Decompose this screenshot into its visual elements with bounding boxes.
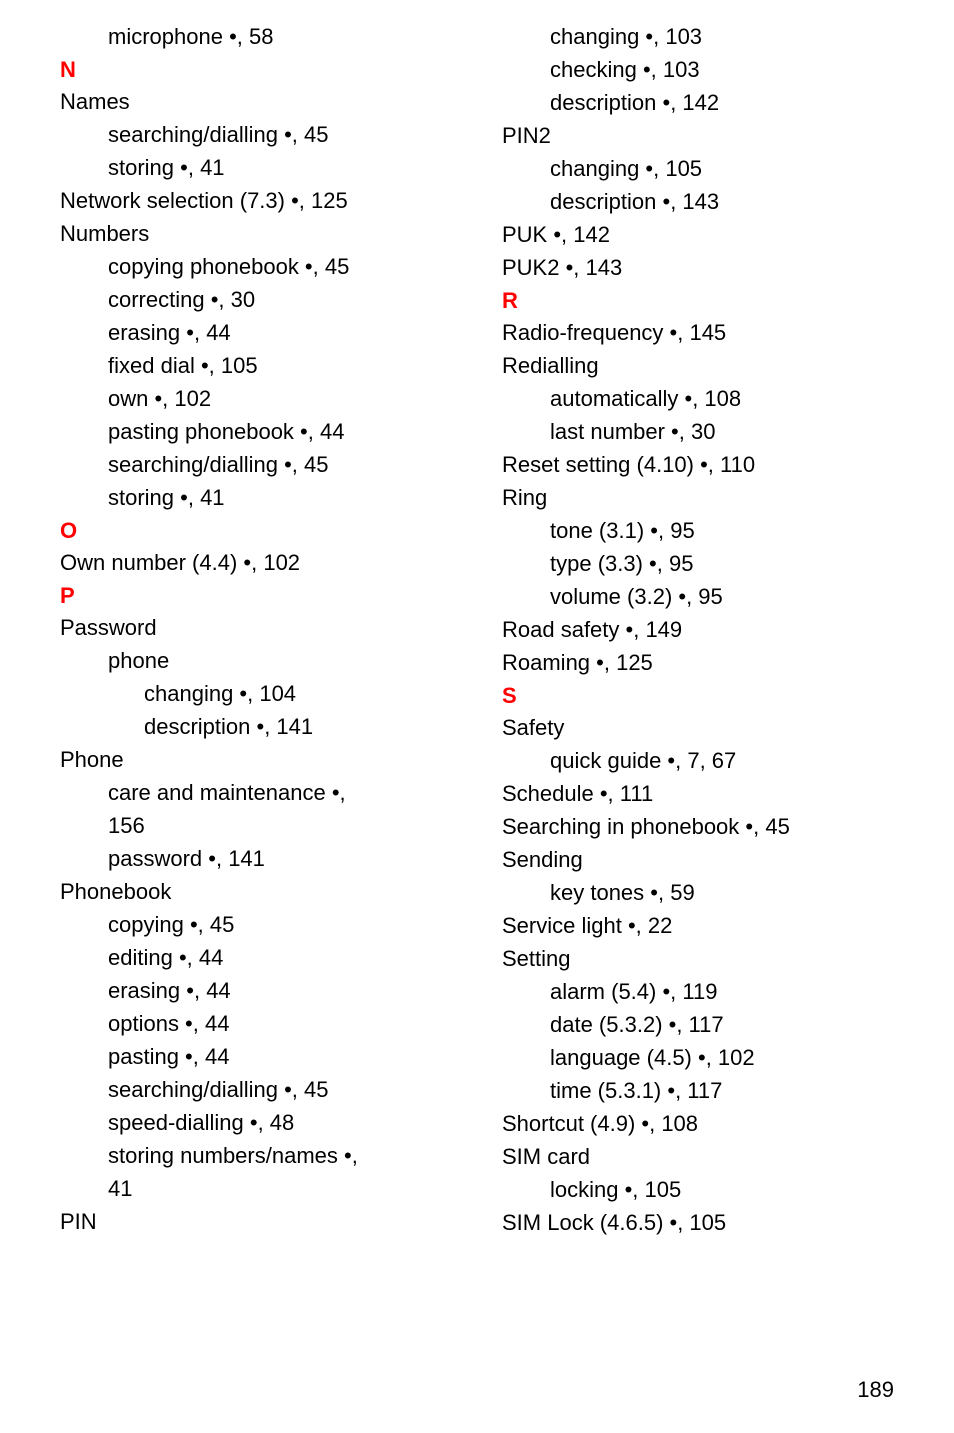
- index-entry: Names: [60, 85, 472, 118]
- index-entry: pasting •, 44: [108, 1040, 472, 1073]
- index-entry: Ring: [502, 481, 914, 514]
- index-entry: Setting: [502, 942, 914, 975]
- index-entry: pasting phonebook •, 44: [108, 415, 472, 448]
- index-entry: Network selection (7.3) •, 125: [60, 184, 472, 217]
- index-entry: changing •, 104: [144, 677, 472, 710]
- index-entry: PUK2 •, 143: [502, 251, 914, 284]
- index-letter-R: R: [502, 288, 914, 314]
- page-number: 189: [857, 1377, 894, 1403]
- index-entry: copying phonebook •, 45: [108, 250, 472, 283]
- index-entry: Reset setting (4.10) •, 110: [502, 448, 914, 481]
- index-entry: language (4.5) •, 102: [550, 1041, 914, 1074]
- index-entry: erasing •, 44: [108, 974, 472, 1007]
- index-letter-N: N: [60, 57, 472, 83]
- index-entry: alarm (5.4) •, 119: [550, 975, 914, 1008]
- index-entry: Sending: [502, 843, 914, 876]
- index-entry: SIM Lock (4.6.5) •, 105: [502, 1206, 914, 1239]
- index-entry: Password: [60, 611, 472, 644]
- index-entry: automatically •, 108: [550, 382, 914, 415]
- index-entry: storing •, 41: [108, 481, 472, 514]
- index-entry: Phone: [60, 743, 472, 776]
- index-entry: time (5.3.1) •, 117: [550, 1074, 914, 1107]
- index-entry: Schedule •, 111: [502, 777, 914, 810]
- index-entry: description •, 142: [550, 86, 914, 119]
- index-entry: searching/dialling •, 45: [108, 1073, 472, 1106]
- index-entry: locking •, 105: [550, 1173, 914, 1206]
- index-column-right: changing •, 103checking •, 103descriptio…: [502, 20, 914, 1239]
- index-entry: correcting •, 30: [108, 283, 472, 316]
- index-entry: Road safety •, 149: [502, 613, 914, 646]
- index-entry: volume (3.2) •, 95: [550, 580, 914, 613]
- index-entry: checking •, 103: [550, 53, 914, 86]
- index-entry: SIM card: [502, 1140, 914, 1173]
- index-column-left: microphone •, 58NNamessearching/dialling…: [60, 20, 472, 1239]
- index-entry: Searching in phonebook •, 45: [502, 810, 914, 843]
- index-entry: copying •, 45: [108, 908, 472, 941]
- index-entry: editing •, 44: [108, 941, 472, 974]
- index-entry: own •, 102: [108, 382, 472, 415]
- index-entry: quick guide •, 7, 67: [550, 744, 914, 777]
- index-entry: 41: [108, 1172, 472, 1205]
- index-entry: Radio-frequency •, 145: [502, 316, 914, 349]
- index-entry: searching/dialling •, 45: [108, 448, 472, 481]
- index-entry: erasing •, 44: [108, 316, 472, 349]
- index-entry: changing •, 103: [550, 20, 914, 53]
- index-entry: Roaming •, 125: [502, 646, 914, 679]
- index-entry: Service light •, 22: [502, 909, 914, 942]
- index-page: microphone •, 58NNamessearching/dialling…: [0, 0, 954, 1259]
- index-entry: last number •, 30: [550, 415, 914, 448]
- index-entry: storing numbers/names •,: [108, 1139, 472, 1172]
- index-entry: description •, 143: [550, 185, 914, 218]
- index-entry: PIN: [60, 1205, 472, 1238]
- index-letter-S: S: [502, 683, 914, 709]
- index-entry: Own number (4.4) •, 102: [60, 546, 472, 579]
- index-entry: description •, 141: [144, 710, 472, 743]
- index-entry: password •, 141: [108, 842, 472, 875]
- index-entry: tone (3.1) •, 95: [550, 514, 914, 547]
- index-entry: changing •, 105: [550, 152, 914, 185]
- index-entry: 156: [108, 809, 472, 842]
- index-entry: PUK •, 142: [502, 218, 914, 251]
- index-entry: options •, 44: [108, 1007, 472, 1040]
- index-entry: searching/dialling •, 45: [108, 118, 472, 151]
- index-entry: phone: [108, 644, 472, 677]
- index-letter-P: P: [60, 583, 472, 609]
- index-entry: key tones •, 59: [550, 876, 914, 909]
- index-entry: speed-dialling •, 48: [108, 1106, 472, 1139]
- index-entry: Numbers: [60, 217, 472, 250]
- index-entry: Shortcut (4.9) •, 108: [502, 1107, 914, 1140]
- index-entry: care and maintenance •,: [108, 776, 472, 809]
- index-entry: microphone •, 58: [108, 20, 472, 53]
- index-entry: Phonebook: [60, 875, 472, 908]
- index-entry: Redialling: [502, 349, 914, 382]
- index-letter-O: O: [60, 518, 472, 544]
- index-entry: storing •, 41: [108, 151, 472, 184]
- index-entry: type (3.3) •, 95: [550, 547, 914, 580]
- index-entry: date (5.3.2) •, 117: [550, 1008, 914, 1041]
- index-entry: PIN2: [502, 119, 914, 152]
- index-entry: Safety: [502, 711, 914, 744]
- index-entry: fixed dial •, 105: [108, 349, 472, 382]
